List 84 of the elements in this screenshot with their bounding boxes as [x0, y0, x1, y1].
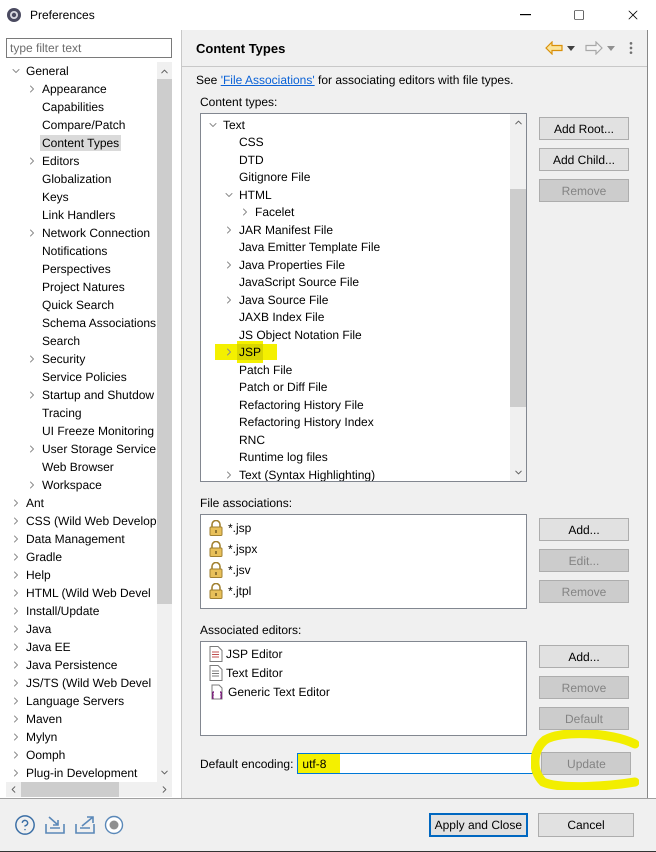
list-item[interactable]: Text Editor — [226, 666, 283, 680]
tree-item[interactable]: CSS (Wild Web Develop — [24, 513, 157, 529]
tree-item[interactable]: Search — [40, 333, 82, 349]
tree-item[interactable]: Notifications — [40, 243, 110, 259]
tree-item[interactable]: Text — [221, 116, 248, 133]
tree-item[interactable]: JS Object Notation File — [237, 326, 364, 343]
tree-item[interactable]: Java Persistence — [24, 657, 120, 673]
section-label: Associated editors: — [200, 623, 302, 637]
tree-item[interactable]: Refactoring History File — [237, 396, 366, 413]
tree-item[interactable]: Install/Update — [24, 603, 102, 619]
list-item[interactable]: *.jsv — [228, 562, 251, 576]
tree-item[interactable]: Service Policies — [40, 369, 129, 385]
action-button[interactable]: Add Root... — [539, 117, 629, 140]
tree-item[interactable]: Keys — [40, 189, 71, 205]
tree-item[interactable]: Editors — [40, 153, 82, 169]
tree-item[interactable]: Schema Associations — [40, 315, 157, 331]
section-label: Content types: — [200, 95, 278, 109]
list-item[interactable]: *.jtpl — [228, 584, 252, 598]
action-button[interactable]: Add... — [539, 645, 629, 668]
tree-item[interactable]: Maven — [24, 711, 64, 727]
tree-item[interactable]: Text (Syntax Highlighting) — [237, 466, 378, 481]
tree-item[interactable]: General — [24, 63, 71, 79]
tree-item[interactable]: Java Properties File — [237, 256, 348, 273]
tree-item[interactable]: RNC — [237, 432, 267, 448]
section-label: File associations: — [200, 496, 294, 510]
tree-item[interactable]: CSS — [237, 134, 266, 150]
tree-item[interactable]: Language Servers — [24, 693, 126, 709]
tree-item[interactable]: Link Handlers — [40, 207, 118, 223]
dialog-button[interactable]: Apply and Close — [428, 813, 528, 837]
encoding-field[interactable]: utf-8 — [297, 753, 534, 774]
dialog-button[interactable]: Cancel — [538, 813, 634, 837]
tree-item[interactable]: Startup and Shutdow — [40, 387, 156, 403]
list-item[interactable]: JSP Editor — [226, 646, 282, 660]
tree-item[interactable]: Data Management — [24, 531, 127, 547]
tree-item[interactable]: Mylyn — [24, 729, 60, 745]
tree-item[interactable]: JAR Manifest File — [237, 222, 336, 238]
tree-item[interactable]: HTML (Wild Web Devel — [24, 585, 153, 601]
tree-item[interactable]: Project Natures — [40, 279, 127, 295]
tree-item[interactable]: Patch or Diff File — [237, 379, 330, 396]
tree-item[interactable]: Content Types — [40, 135, 122, 151]
tree-item[interactable]: Perspectives — [40, 261, 113, 277]
action-button[interactable]: Add... — [539, 518, 629, 541]
tree-item[interactable]: Gitignore File — [237, 169, 312, 186]
tree-item[interactable]: Network Connection — [40, 225, 152, 241]
tree-item[interactable]: JavaScript Source File — [237, 274, 362, 290]
action-button[interactable]: Add Child... — [539, 148, 629, 171]
tree-item[interactable]: Compare/Patch — [40, 117, 128, 133]
list-item[interactable]: *.jspx — [228, 542, 258, 556]
tree-item[interactable]: Quick Search — [40, 297, 116, 313]
tree-item[interactable]: JS/TS (Wild Web Devel — [24, 675, 154, 691]
tree-item[interactable]: JSP — [237, 344, 264, 360]
tree-item[interactable]: User Storage Service — [40, 441, 157, 457]
tree-item[interactable]: Gradle — [24, 549, 64, 565]
file-associations-link[interactable]: 'File Associations' — [220, 73, 315, 87]
tree-item[interactable]: Globalization — [40, 171, 114, 187]
list-item[interactable]: *.jsp — [228, 520, 252, 534]
tree-item[interactable]: Patch File — [237, 362, 294, 378]
tree-item[interactable]: DTD — [237, 152, 266, 168]
page-title: Content Types — [196, 40, 286, 56]
tree-item[interactable]: Ant — [24, 495, 46, 511]
tree-item[interactable]: Capabilities — [40, 99, 106, 115]
tree-item[interactable]: HTML — [237, 186, 274, 203]
tree-item[interactable]: Runtime log files — [237, 449, 330, 466]
tree-item[interactable]: Web Browser — [40, 459, 116, 475]
encoding-label: Default encoding: — [200, 756, 294, 770]
tree-item[interactable]: Java EE — [24, 639, 73, 655]
tree-item[interactable]: JAXB Index File — [237, 309, 326, 326]
tree-item[interactable]: Java Emitter Template File — [237, 239, 382, 256]
list-item[interactable]: Generic Text Editor — [228, 684, 330, 698]
tree-item[interactable]: Workspace — [40, 477, 104, 493]
filter-field[interactable]: type filter text — [6, 38, 172, 58]
intro-text: See 'File Associations' for associating editors with file types. — [196, 73, 514, 87]
tree-item[interactable]: UI Freeze Monitoring — [40, 423, 156, 439]
window-title: Preferences — [30, 8, 96, 22]
tree-item[interactable]: Security — [40, 351, 88, 367]
tree-item[interactable]: Help — [24, 567, 53, 583]
tree-item[interactable]: Java — [24, 621, 54, 637]
tree-item[interactable]: Plug-in Development — [24, 765, 140, 781]
tree-item[interactable]: Java Source File — [237, 292, 330, 308]
tree-item[interactable]: Appearance — [40, 81, 109, 97]
tree-item[interactable]: Facelet — [253, 204, 296, 220]
tree-item[interactable]: Refactoring History Index — [237, 414, 376, 430]
tree-item[interactable]: Tracing — [40, 405, 84, 421]
tree-item[interactable]: Oomph — [24, 747, 68, 763]
